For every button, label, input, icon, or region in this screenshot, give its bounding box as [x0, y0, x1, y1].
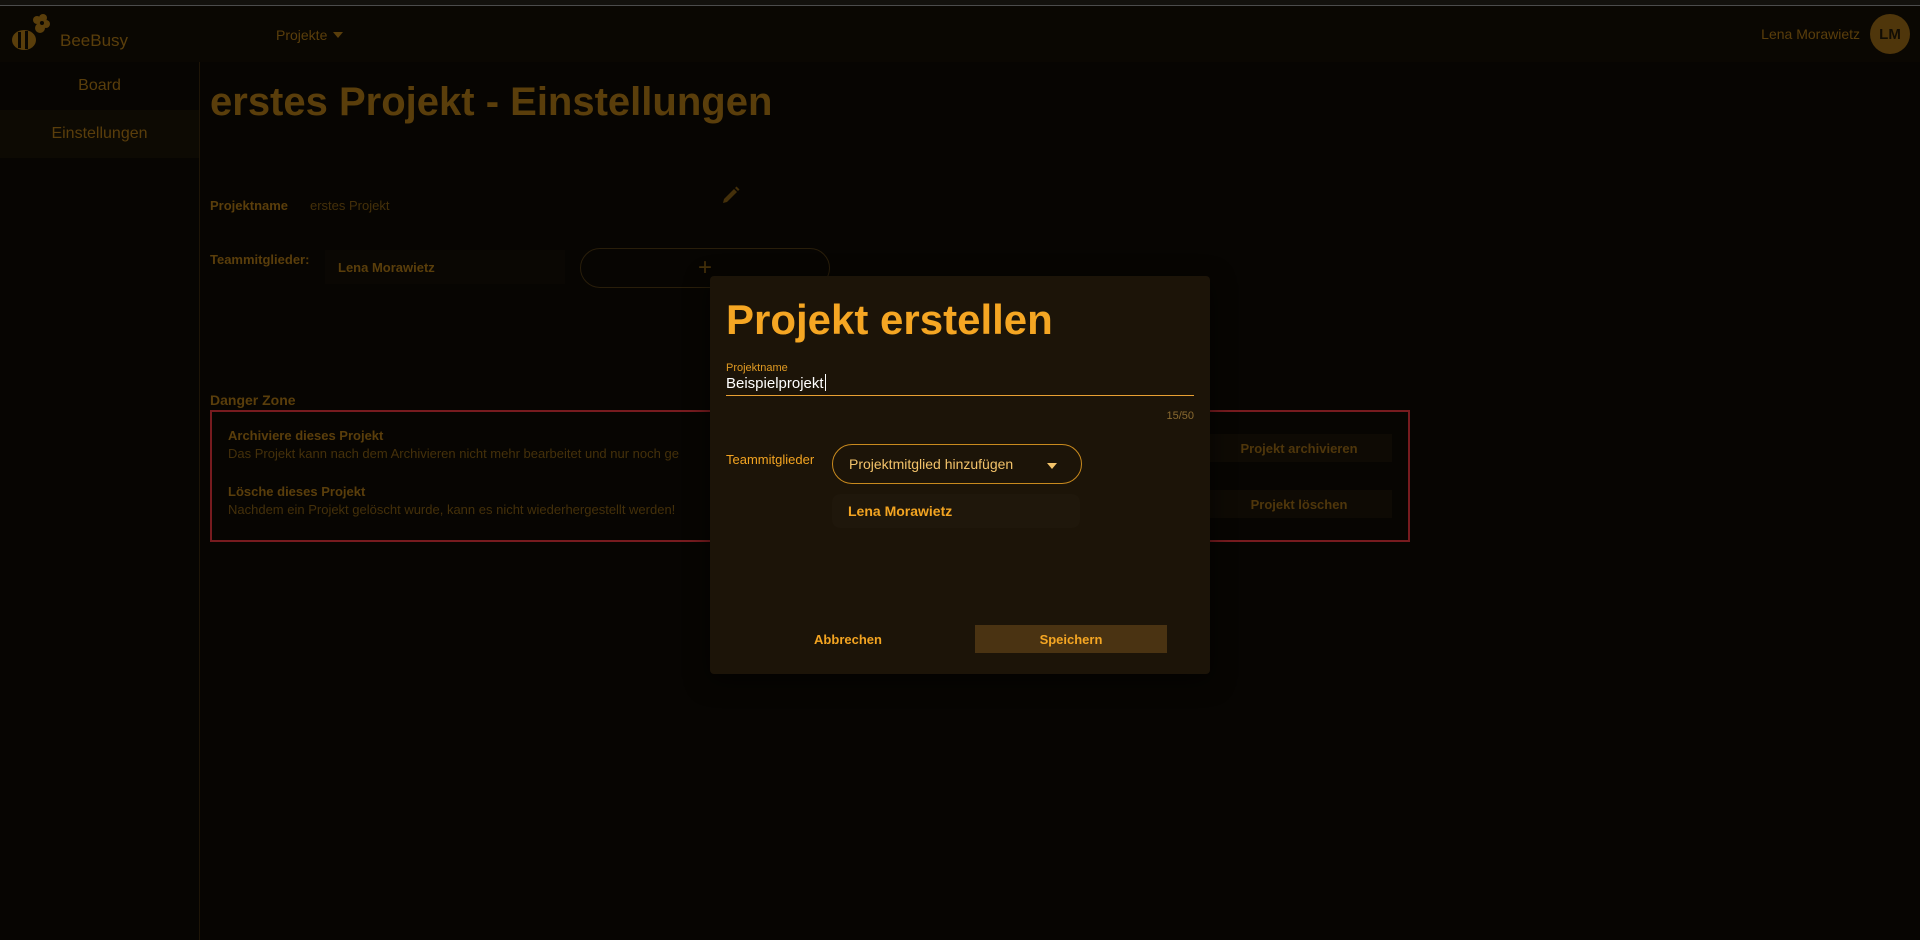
- save-button[interactable]: Speichern: [975, 625, 1167, 653]
- dialog-title: Projekt erstellen: [726, 296, 1053, 343]
- text-cursor: [824, 374, 826, 391]
- dialog-member-chip[interactable]: Lena Morawietz: [832, 494, 1080, 528]
- dialog-team-label: Teammitglieder: [726, 452, 815, 467]
- character-counter: 15/50: [1166, 410, 1194, 422]
- project-name-input-value: Beispielprojekt: [726, 375, 824, 392]
- cancel-button[interactable]: Abbrechen: [770, 625, 926, 653]
- add-member-select[interactable]: Projektmitglied hinzufügen: [832, 444, 1082, 484]
- create-project-dialog: Projekt erstellen Projektname Beispielpr…: [710, 276, 1210, 674]
- add-member-select-label: Projektmitglied hinzufügen: [849, 456, 1014, 472]
- caret-down-icon: [1047, 463, 1057, 469]
- project-name-input[interactable]: Beispielprojekt: [726, 372, 1194, 396]
